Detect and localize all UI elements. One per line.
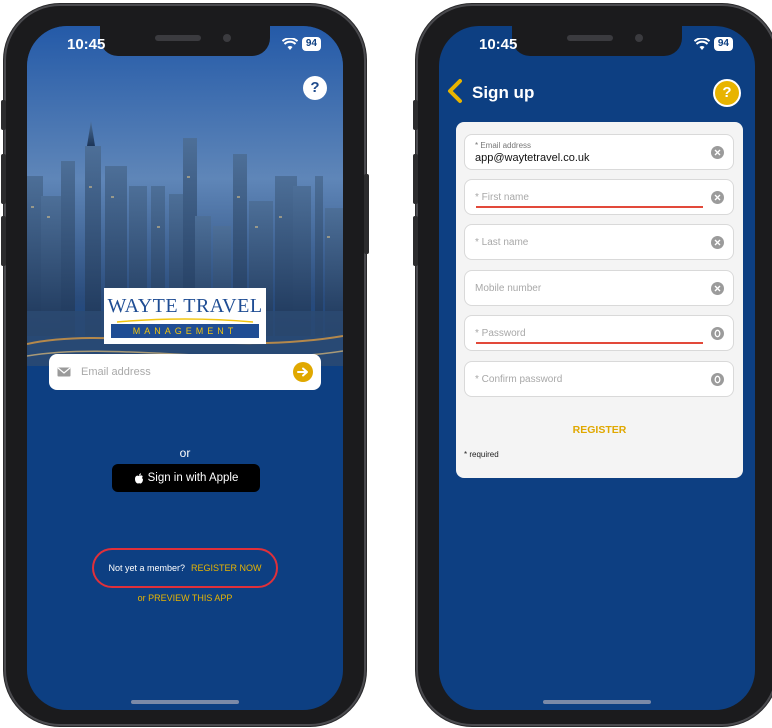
volume-up-button — [413, 154, 418, 204]
not-member-label: Not yet a member? — [108, 563, 185, 573]
status-time: 10:45 — [479, 36, 518, 53]
email-field[interactable]: * Email address app@waytetravel.co.uk — [464, 134, 734, 170]
logo-text-main: WAYTE TRAVEL — [107, 294, 263, 317]
or-separator: or — [179, 446, 191, 460]
power-button — [364, 174, 369, 254]
confirm-password-field[interactable]: * Confirm password — [464, 361, 734, 397]
home-indicator — [543, 700, 651, 704]
help-button[interactable]: ? — [713, 79, 741, 107]
help-button[interactable]: ? — [303, 76, 327, 100]
confirm-password-placeholder: * Confirm password — [475, 374, 563, 385]
sign-in-with-apple-button[interactable]: Sign in with Apple — [112, 464, 260, 492]
clear-icon[interactable] — [711, 146, 724, 159]
notch — [512, 26, 682, 56]
password-field[interactable]: * Password — [464, 315, 734, 351]
eye-icon[interactable] — [711, 373, 724, 386]
signup-form: * Email address app@waytetravel.co.uk * … — [456, 122, 743, 478]
chevron-left-icon[interactable] — [445, 78, 465, 104]
register-now-link[interactable]: REGISTER NOW — [191, 563, 262, 573]
first-name-placeholder: * First name — [475, 192, 529, 203]
register-highlight: Not yet a member? REGISTER NOW — [92, 548, 278, 588]
password-error-underline — [476, 342, 703, 344]
signup-screen: 10:45 94 Sign up ? * Email address app@w… — [439, 26, 755, 710]
first-name-error-underline — [476, 206, 703, 208]
wayte-travel-logo: WAYTE TRAVEL MANAGEMENT — [104, 288, 266, 344]
submit-email-button[interactable] — [293, 362, 313, 382]
clear-icon[interactable] — [711, 191, 724, 204]
clear-icon[interactable] — [711, 282, 724, 295]
password-placeholder: * Password — [475, 328, 526, 339]
question-icon: ? — [310, 79, 320, 96]
apple-button-label: Sign in with Apple — [147, 472, 239, 484]
logo-text-sub: MANAGEMENT — [111, 323, 259, 338]
required-note: * required — [464, 450, 499, 459]
notch — [100, 26, 270, 56]
envelope-icon — [57, 367, 71, 377]
mobile-number-placeholder: Mobile number — [475, 283, 542, 294]
login-screen: 10:45 94 ? WAYTE TRAVEL MANAGEMENT Email… — [27, 26, 343, 710]
register-button[interactable]: REGISTER — [456, 424, 743, 436]
status-indicators: 94 — [693, 37, 733, 51]
mute-switch — [1, 100, 6, 130]
first-name-field[interactable]: * First name — [464, 179, 734, 215]
question-icon: ? — [722, 84, 732, 101]
email-field-value: app@waytetravel.co.uk — [475, 152, 590, 164]
phone-frame-login: 10:45 94 ? WAYTE TRAVEL MANAGEMENT Email… — [1, 4, 369, 726]
preview-app-link[interactable]: or PREVIEW THIS APP — [27, 593, 343, 603]
phone-frame-signup: 10:45 94 Sign up ? * Email address app@w… — [413, 4, 772, 726]
status-time: 10:45 — [67, 36, 106, 53]
volume-down-button — [1, 216, 6, 266]
wifi-icon — [281, 37, 298, 50]
mobile-number-field[interactable]: Mobile number — [464, 270, 734, 306]
page-title: Sign up — [472, 83, 535, 102]
arrow-right-icon — [297, 367, 308, 377]
eye-icon[interactable] — [711, 327, 724, 340]
battery-icon: 94 — [301, 37, 321, 51]
clear-icon[interactable] — [711, 236, 724, 249]
email-input-placeholder: Email address — [81, 366, 151, 378]
email-entry-field[interactable]: Email address — [49, 354, 321, 390]
volume-up-button — [1, 154, 6, 204]
mute-switch — [413, 100, 418, 130]
status-indicators: 94 — [281, 37, 321, 51]
last-name-field[interactable]: * Last name — [464, 224, 734, 260]
wifi-icon — [693, 37, 710, 50]
last-name-placeholder: * Last name — [475, 237, 529, 248]
email-field-label: * Email address — [475, 141, 532, 150]
battery-icon: 94 — [713, 37, 733, 51]
home-indicator — [131, 700, 239, 704]
volume-down-button — [413, 216, 418, 266]
apple-icon — [134, 472, 143, 484]
